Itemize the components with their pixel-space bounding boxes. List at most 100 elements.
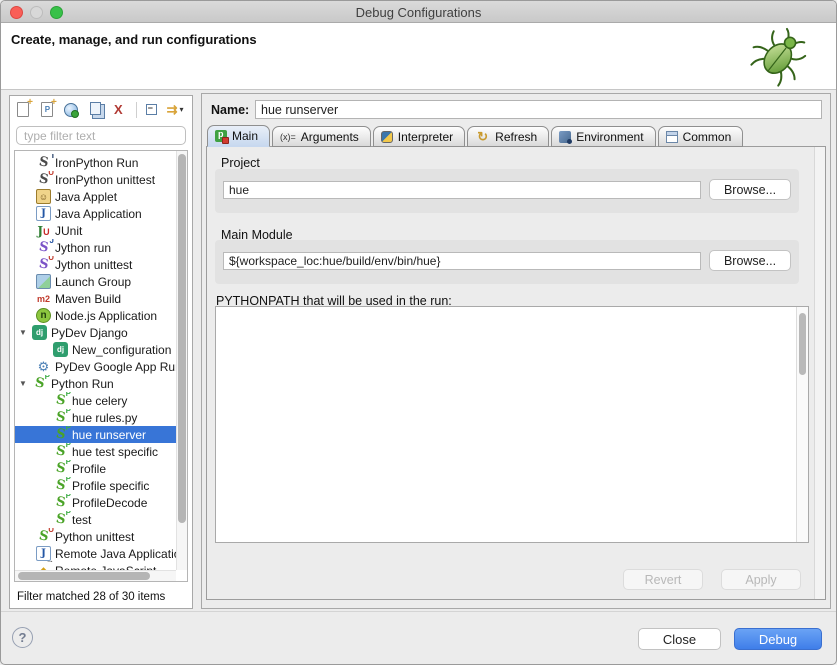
tab-environment[interactable]: Environment <box>551 126 655 147</box>
tree-item-label: Python unittest <box>55 530 134 544</box>
filter-status: Filter matched 28 of 30 items <box>17 591 165 603</box>
tab-refresh[interactable]: Refresh <box>467 126 549 147</box>
apply-button[interactable]: Apply <box>721 569 801 590</box>
python-run-icon <box>53 461 68 476</box>
duplicate-icon <box>90 102 101 115</box>
tree-item-profile-specific[interactable]: Profile specific <box>15 477 176 494</box>
toolbar-button[interactable] <box>38 99 60 120</box>
close-button[interactable]: Close <box>638 628 721 650</box>
pythonpath-entry <box>216 382 796 397</box>
tab-interpreter[interactable]: Interpreter <box>373 126 465 147</box>
ironpython-unittest-icon <box>36 172 51 187</box>
toolbar-button[interactable] <box>86 99 108 120</box>
google-app-icon <box>36 359 51 374</box>
sidebar-toolbar <box>10 96 192 123</box>
configurations-tree: IronPython Run IronPython unittest Java … <box>14 150 188 582</box>
tree-item-label: Jython run <box>55 241 111 255</box>
python-run-icon <box>53 393 68 408</box>
toolbar-button[interactable] <box>109 99 131 120</box>
name-input[interactable] <box>255 100 822 119</box>
django-icon <box>53 342 68 357</box>
expander-icon[interactable]: ▼ <box>19 328 32 337</box>
pythonpath-entry <box>216 471 796 486</box>
tree-item-label: hue runserver <box>72 428 146 442</box>
pythonpath-entry <box>216 323 796 338</box>
jython-unittest-icon <box>36 257 51 272</box>
debug-configurations-dialog: Debug Configurations Create, manage, and… <box>0 0 837 665</box>
pythonpath-entry <box>216 308 796 323</box>
new-config-icon <box>17 102 29 117</box>
tree-item-remote-javascript[interactable]: Remote JavaScript <box>15 562 176 570</box>
tab-label: Interpreter <box>398 130 453 144</box>
toolbar-separator <box>136 102 137 118</box>
tree-item-hue-celery[interactable]: hue celery <box>15 392 176 409</box>
tree-horizontal-scrollbar[interactable] <box>15 570 176 581</box>
tree-item-hue-runserver[interactable]: hue runserver <box>15 426 176 443</box>
pythonpath-list[interactable] <box>215 306 809 543</box>
tree-item-label: test <box>72 513 91 527</box>
tree-item-pydev-google-app-run[interactable]: PyDev Google App Run <box>15 358 176 375</box>
tree-vertical-scrollbar[interactable] <box>176 151 187 570</box>
panel-scrollbar[interactable] <box>814 147 825 599</box>
dialog-footer: ? Close Debug <box>1 611 836 664</box>
ironpython-run-icon <box>36 155 51 170</box>
tree-item-launch-group[interactable]: Launch Group <box>15 273 176 290</box>
configuration-detail-panel: Name: Main Arguments Interpreter Refresh <box>201 93 831 609</box>
tree-item-label: Jython unittest <box>55 258 132 272</box>
toolbar-button[interactable] <box>166 99 188 120</box>
tree-item-ironpython-run[interactable]: IronPython Run <box>15 154 176 171</box>
tab-common[interactable]: Common <box>658 126 744 147</box>
expander-icon[interactable]: ▼ <box>19 379 32 388</box>
tree-item-new-configuration[interactable]: New_configuration <box>15 341 176 358</box>
tab-arguments[interactable]: Arguments <box>272 126 371 147</box>
filter-input[interactable] <box>16 126 186 145</box>
tree-item-java-application[interactable]: Java Application <box>15 205 176 222</box>
tree-item-test[interactable]: test <box>15 511 176 528</box>
tree-item-jython-run[interactable]: Jython run <box>15 239 176 256</box>
tree-item-label: Profile specific <box>72 479 149 493</box>
maven-icon <box>36 291 51 306</box>
java-applet-icon <box>36 189 51 204</box>
tree-item-maven-build[interactable]: Maven Build <box>15 290 176 307</box>
tree-item-hue-rules-py[interactable]: hue rules.py <box>15 409 176 426</box>
tree-item-jython-unittest[interactable]: Jython unittest <box>15 256 176 273</box>
tree-item-profiledecode[interactable]: ProfileDecode <box>15 494 176 511</box>
main-module-input[interactable] <box>223 252 701 270</box>
tree-item-java-applet[interactable]: Java Applet <box>15 188 176 205</box>
launch-group-icon <box>36 274 51 289</box>
tree-item-python-run[interactable]: ▼ Python Run <box>15 375 176 392</box>
remote-js-icon <box>36 563 51 570</box>
help-button[interactable]: ? <box>12 627 33 648</box>
refresh-icon <box>475 129 490 144</box>
pythonpath-entry <box>216 397 796 412</box>
tree-item-node-js-application[interactable]: Node.js Application <box>15 307 176 324</box>
toolbar-button[interactable] <box>142 99 164 120</box>
pythonpath-entry <box>216 412 796 427</box>
tab-label: Refresh <box>495 130 537 144</box>
window-title: Debug Configurations <box>1 5 836 20</box>
tree-item-remote-java-application[interactable]: Remote Java Application <box>15 545 176 562</box>
main-module-group: Browse... <box>215 240 799 284</box>
python-run-icon <box>53 444 68 459</box>
tree-item-python-unittest[interactable]: Python unittest <box>15 528 176 545</box>
toolbar-button[interactable] <box>62 99 84 120</box>
tree-item-junit[interactable]: JUnit <box>15 222 176 239</box>
tab-main[interactable]: Main <box>207 125 270 147</box>
tree-item-pydev-django[interactable]: ▼ PyDev Django <box>15 324 176 341</box>
debug-button[interactable]: Debug <box>734 628 822 650</box>
tab-label: Common <box>683 130 732 144</box>
tree-item-profile[interactable]: Profile <box>15 460 176 477</box>
python-unittest-icon <box>36 529 51 544</box>
revert-button[interactable]: Revert <box>623 569 703 590</box>
project-input[interactable] <box>223 181 701 199</box>
tree-item-hue-test-specific[interactable]: hue test specific <box>15 443 176 460</box>
main-module-browse-button[interactable]: Browse... <box>709 250 791 271</box>
pythonpath-scrollbar[interactable] <box>796 307 808 542</box>
tree-item-ironpython-unittest[interactable]: IronPython unittest <box>15 171 176 188</box>
project-browse-button[interactable]: Browse... <box>709 179 791 200</box>
toolbar-button[interactable] <box>14 99 36 120</box>
collapse-all-icon <box>146 104 157 115</box>
tab-label: Arguments <box>301 130 359 144</box>
nodejs-icon <box>36 308 51 323</box>
tab-bar: Main Arguments Interpreter Refresh Envir… <box>207 125 826 147</box>
